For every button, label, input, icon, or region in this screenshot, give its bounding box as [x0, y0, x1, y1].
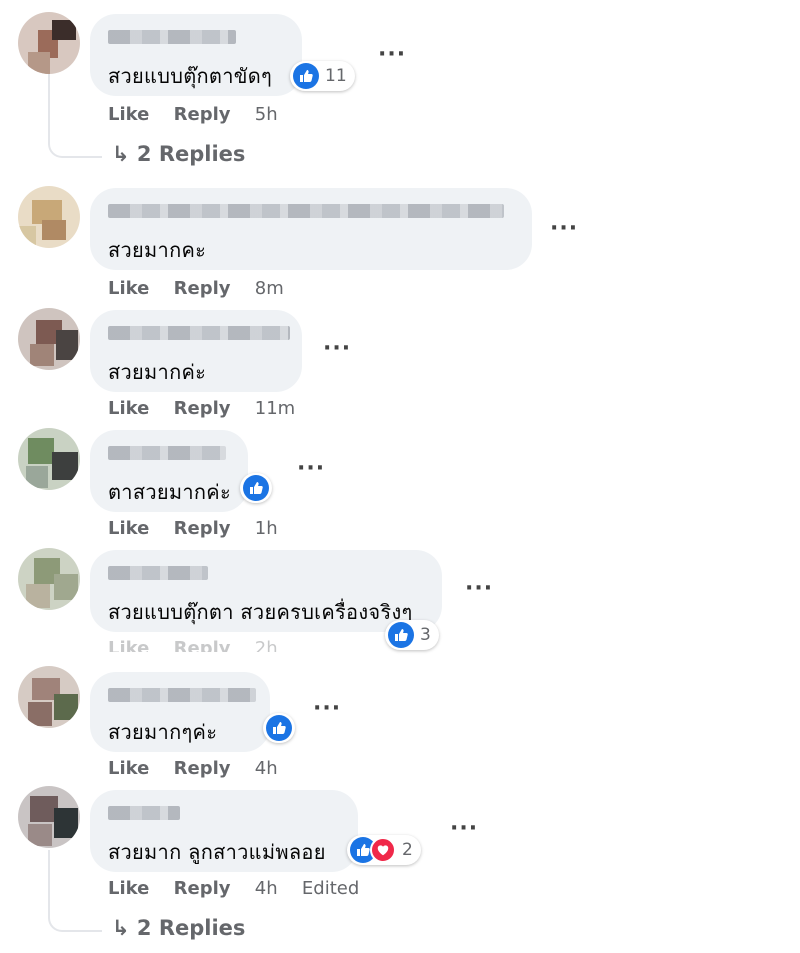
like-button[interactable]: Like	[108, 518, 149, 539]
comment-timestamp[interactable]: 8m	[255, 278, 284, 299]
like-button[interactable]: Like	[108, 398, 149, 419]
comment-bubble: สวยแบบตุ๊กตา สวยครบเครื่องจริงๆ	[90, 550, 442, 632]
comment-actions: Like Reply 1h	[108, 518, 296, 539]
avatar[interactable]	[18, 786, 80, 848]
comment-bubble: สวยมากค่ะ	[90, 310, 302, 392]
reply-arrow-icon: ↳	[112, 916, 137, 940]
like-button[interactable]: Like	[108, 278, 149, 299]
reaction-summary[interactable]: 2	[347, 835, 421, 865]
like-button[interactable]: Like	[108, 104, 149, 125]
comment-actions: Like Reply 5h	[108, 104, 296, 125]
more-options-button[interactable]: ···	[465, 576, 493, 601]
reaction-count: 11	[325, 66, 347, 86]
thread-connector	[48, 850, 102, 932]
more-options-button[interactable]: ···	[378, 42, 406, 67]
edited-label[interactable]: Edited	[302, 878, 359, 899]
view-replies-link[interactable]: ↳ 2 Replies	[112, 142, 245, 166]
author-name-blurred[interactable]	[108, 446, 226, 460]
avatar[interactable]	[18, 666, 80, 728]
like-icon	[388, 622, 414, 648]
reply-button[interactable]: Reply	[174, 518, 231, 539]
like-icon	[243, 475, 269, 501]
reply-button[interactable]: Reply	[174, 104, 231, 125]
author-name-blurred[interactable]	[108, 806, 180, 820]
comment-text: สวยมาก ลูกสาวแม่พลอย	[108, 840, 326, 864]
comment-text: ตาสวยมากค่ะ	[108, 480, 232, 504]
comment-text: สวยมากๆค่ะ	[108, 720, 218, 744]
avatar[interactable]	[18, 548, 80, 610]
comment-actions: Like Reply 11m	[108, 398, 313, 419]
reaction-summary[interactable]	[240, 473, 272, 503]
replies-count-label: 2 Replies	[136, 142, 246, 166]
comment-text: สวยแบบตุ๊กตาขัดๆ	[108, 64, 273, 88]
comment-text: สวยแบบตุ๊กตา สวยครบเครื่องจริงๆ	[108, 600, 413, 624]
avatar[interactable]	[18, 186, 80, 248]
reaction-count: 3	[420, 625, 431, 645]
reaction-summary[interactable]: 3	[385, 620, 439, 650]
replies-count-label: 2 Replies	[136, 916, 246, 940]
avatar[interactable]	[18, 308, 80, 370]
comment-timestamp[interactable]: 1h	[255, 518, 278, 539]
comment-text: สวยมากค่ะ	[108, 360, 207, 384]
reaction-summary[interactable]	[263, 713, 295, 743]
reaction-count: 2	[402, 840, 413, 860]
comment-timestamp[interactable]: 4h	[255, 878, 278, 899]
comment-actions: Like Reply 4h	[108, 758, 296, 779]
author-name-blurred[interactable]	[108, 566, 208, 580]
reply-button[interactable]: Reply	[174, 638, 231, 652]
view-replies-link[interactable]: ↳ 2 Replies	[112, 916, 245, 940]
reply-button[interactable]: Reply	[174, 878, 231, 899]
avatar[interactable]	[18, 428, 80, 490]
author-name-blurred[interactable]	[108, 688, 256, 702]
reply-button[interactable]: Reply	[174, 278, 231, 299]
comment-timestamp[interactable]: 5h	[255, 104, 278, 125]
comment-bubble: สวยมากๆค่ะ	[90, 672, 270, 752]
comment-actions: Like Reply 2h	[108, 638, 296, 652]
comment-text: สวยมากคะ	[108, 238, 207, 262]
reply-arrow-icon: ↳	[112, 142, 137, 166]
comment-bubble: สวยมากคะ	[90, 188, 532, 270]
like-icon	[266, 715, 292, 741]
comment-actions: Like Reply 8m	[108, 278, 302, 299]
avatar[interactable]	[18, 12, 80, 74]
like-button[interactable]: Like	[108, 638, 149, 652]
reaction-summary[interactable]: 11	[290, 61, 355, 91]
comment-actions: Like Reply 4h Edited	[108, 878, 377, 899]
comment-timestamp[interactable]: 2h	[255, 638, 278, 652]
author-name-blurred[interactable]	[108, 30, 236, 44]
like-button[interactable]: Like	[108, 758, 149, 779]
comment-timestamp[interactable]: 11m	[255, 398, 295, 419]
author-name-blurred[interactable]	[108, 204, 504, 218]
more-options-button[interactable]: ···	[450, 816, 478, 841]
like-icon	[293, 63, 319, 89]
author-name-blurred[interactable]	[108, 326, 290, 340]
more-options-button[interactable]: ···	[323, 336, 351, 361]
more-options-button[interactable]: ···	[297, 456, 325, 481]
more-options-button[interactable]: ···	[313, 696, 341, 721]
reply-button[interactable]: Reply	[174, 398, 231, 419]
comment-bubble: สวยมาก ลูกสาวแม่พลอย	[90, 790, 358, 872]
comment-timestamp[interactable]: 4h	[255, 758, 278, 779]
love-icon	[370, 837, 396, 863]
more-options-button[interactable]: ···	[550, 216, 578, 241]
comment-bubble: สวยแบบตุ๊กตาขัดๆ	[90, 14, 302, 96]
like-button[interactable]: Like	[108, 878, 149, 899]
comment-bubble: ตาสวยมากค่ะ	[90, 430, 248, 512]
reply-button[interactable]: Reply	[174, 758, 231, 779]
